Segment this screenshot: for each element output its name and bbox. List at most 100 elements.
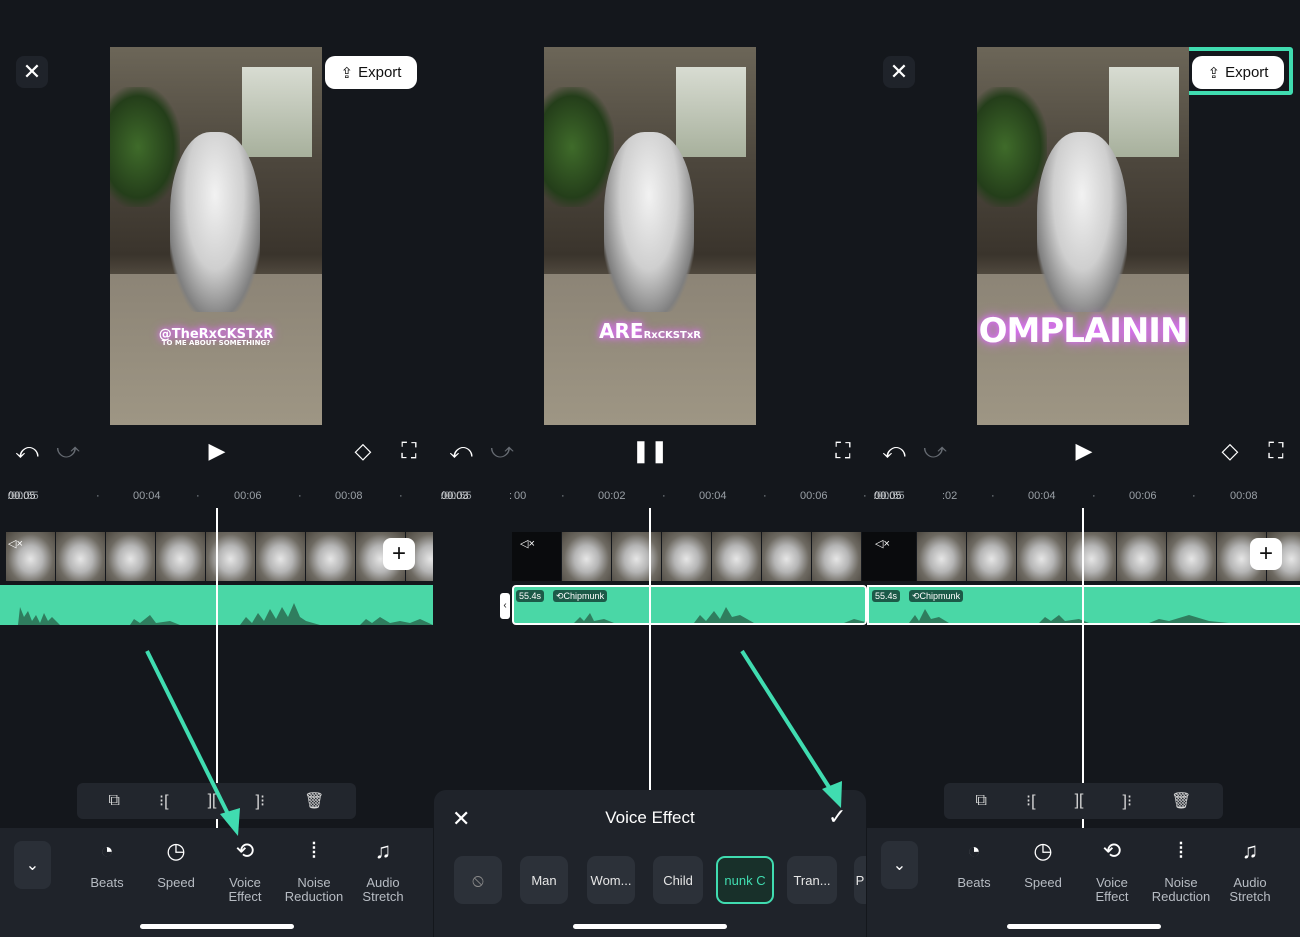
- audio-stretch-icon: ♫: [1241, 838, 1259, 863]
- voice-option[interactable]: Child: [653, 856, 703, 904]
- redo-icon: ⤻: [923, 438, 947, 463]
- video-caption-word: ARERxCKSTxR: [599, 319, 701, 343]
- tick-label: 00:02: [598, 490, 626, 502]
- split-icon[interactable]: ][: [208, 792, 217, 810]
- close-button[interactable]: ✕: [883, 56, 915, 88]
- bottom-toolbar: ⌄ ◔ Beats ◷ Speed ⟲ Voice Effect ⦙ Noise Red…: [867, 828, 1300, 937]
- playhead[interactable]: [649, 508, 651, 790]
- add-clip-button[interactable]: +: [383, 538, 415, 570]
- editor-panel-3: ✕ ⇪ Export OMPLAININ ⤺ ⤻ ▶ ◇ ⛶ 00:05/00:5…: [867, 0, 1300, 937]
- beats-button[interactable]: ◔ Beats: [941, 840, 1007, 890]
- play-button[interactable]: ▶: [1071, 438, 1097, 464]
- undo-icon: ⤺: [15, 438, 39, 463]
- mute-icon[interactable]: ◁×: [875, 537, 890, 550]
- home-indicator: [573, 924, 727, 929]
- voice-option[interactable]: Tran...: [787, 856, 837, 904]
- plus-icon: +: [391, 540, 406, 567]
- collapse-button[interactable]: ⌄: [881, 841, 918, 889]
- editor-panel-1: ✕ ⇪ Export @TheRxCKSTxR TO ME ABOUT SOMET…: [0, 0, 433, 937]
- redo-button[interactable]: ⤻: [489, 438, 515, 464]
- checkmark-icon[interactable]: ✓: [828, 804, 846, 830]
- video-preview[interactable]: @TheRxCKSTxR TO ME ABOUT SOMETHING?: [110, 47, 322, 425]
- tick-label: 00:08: [335, 490, 363, 502]
- keyframe-icon: ◇: [354, 438, 372, 463]
- undo-icon: ⤺: [449, 438, 473, 463]
- keyframe-icon: ◇: [1221, 438, 1239, 463]
- voice-option[interactable]: Wom...: [587, 856, 635, 904]
- play-icon: ▶: [208, 438, 226, 463]
- redo-button[interactable]: ⤻: [922, 438, 948, 464]
- mute-icon[interactable]: ◁×: [8, 537, 23, 550]
- collapse-button[interactable]: ⌄: [14, 841, 51, 889]
- tick-label: 00:06: [234, 490, 262, 502]
- speed-button[interactable]: ◷ Speed: [1010, 840, 1076, 890]
- trim-end-icon[interactable]: ]⁝: [1123, 791, 1133, 811]
- fullscreen-icon: ⛶: [401, 438, 417, 463]
- trim-start-icon[interactable]: ⁝[: [1026, 791, 1036, 811]
- tick-label: 00:04: [1028, 490, 1056, 502]
- fullscreen-button[interactable]: ⛶: [1263, 438, 1289, 464]
- total-time: /00:55: [874, 490, 905, 502]
- effect-badge: ⟲Chipmunk: [553, 590, 608, 602]
- redo-button[interactable]: ⤻: [55, 438, 81, 464]
- sheet-title: Voice Effect: [605, 808, 695, 827]
- play-icon: ▶: [1075, 438, 1093, 463]
- mute-icon[interactable]: ◁×: [520, 537, 535, 550]
- chevron-down-icon: ⌄: [25, 857, 40, 874]
- voice-effect-icon: ⟲: [235, 838, 255, 863]
- fullscreen-icon: ⛶: [1268, 438, 1284, 463]
- edit-toolbar: ⧉ ⁝[ ][ ]⁝ 🗑: [77, 783, 356, 819]
- speed-button[interactable]: ◷ Speed: [143, 838, 209, 890]
- duration-badge: 55.4s: [516, 590, 545, 602]
- video-preview[interactable]: OMPLAININ: [977, 47, 1189, 425]
- keyframe-button[interactable]: ◇: [1217, 438, 1243, 464]
- add-clip-button[interactable]: +: [1250, 538, 1282, 570]
- video-track[interactable]: [512, 532, 867, 581]
- video-caption-word: OMPLAININ: [978, 311, 1189, 351]
- pause-button[interactable]: ❚❚: [632, 438, 669, 464]
- fullscreen-button[interactable]: ⛶: [396, 438, 422, 464]
- home-indicator: [1007, 924, 1161, 929]
- undo-button[interactable]: ⤺: [448, 438, 474, 464]
- fullscreen-button[interactable]: ⛶: [830, 438, 856, 464]
- export-button[interactable]: ⇪ Export: [325, 56, 417, 89]
- voice-effect-button[interactable]: ⟲ Voice Effect: [1079, 840, 1145, 904]
- voice-option-none[interactable]: ⦸: [454, 856, 502, 904]
- trim-handle[interactable]: ‹: [500, 593, 510, 619]
- undo-button[interactable]: ⤺: [881, 438, 907, 464]
- redo-icon: ⤻: [490, 438, 514, 463]
- voice-option[interactable]: Man: [520, 856, 568, 904]
- plus-icon: +: [1258, 540, 1273, 567]
- noise-reduction-button[interactable]: ⦙ Noise Reduction: [281, 840, 347, 904]
- tick-label: 00: [514, 490, 527, 502]
- voice-option[interactable]: P: [854, 856, 866, 904]
- keyframe-button[interactable]: ◇: [350, 438, 376, 464]
- delete-icon[interactable]: 🗑: [1171, 791, 1191, 811]
- noise-reduction-button[interactable]: ⦙ Noise Reduction: [1148, 840, 1214, 904]
- none-icon: ⦸: [472, 869, 484, 890]
- close-icon: ✕: [22, 59, 42, 84]
- duplicate-icon[interactable]: ⧉: [109, 792, 120, 810]
- undo-button[interactable]: ⤺: [14, 438, 40, 464]
- split-icon[interactable]: ][: [1075, 792, 1084, 810]
- video-track[interactable]: [6, 532, 433, 581]
- voice-option-selected[interactable]: nunk C: [716, 856, 774, 904]
- speed-icon: ◷: [166, 838, 186, 863]
- audio-stretch-button[interactable]: ♫ Audio Stretch: [1217, 838, 1283, 904]
- undo-icon: ⤺: [882, 438, 906, 463]
- video-preview[interactable]: ARERxCKSTxR: [544, 47, 756, 425]
- close-button[interactable]: ✕: [16, 56, 48, 88]
- delete-icon[interactable]: 🗑: [304, 791, 324, 811]
- total-time: /00:55: [8, 490, 39, 502]
- playhead[interactable]: [216, 508, 218, 828]
- audio-stretch-button[interactable]: ♫ Audio Stretch: [350, 840, 416, 904]
- playhead[interactable]: [1082, 508, 1084, 828]
- tick-label: 00:06: [800, 490, 828, 502]
- trim-end-icon[interactable]: ]⁝: [256, 791, 266, 811]
- trim-start-icon[interactable]: ⁝[: [159, 791, 169, 811]
- beats-button[interactable]: ◔ Beats: [74, 840, 140, 890]
- play-button[interactable]: ▶: [204, 438, 230, 464]
- duplicate-icon[interactable]: ⧉: [976, 792, 987, 810]
- voice-effect-button[interactable]: ⟲ Voice Effect: [212, 838, 278, 904]
- export-highlight: [1181, 47, 1293, 95]
